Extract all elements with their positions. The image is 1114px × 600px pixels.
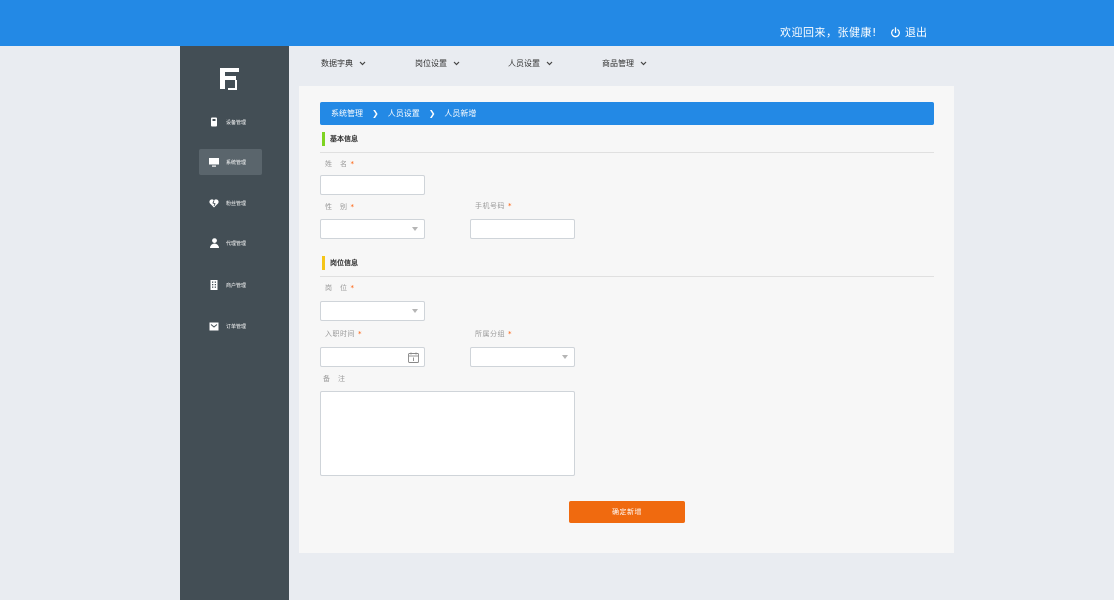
- section-accent-bar: [322, 132, 325, 146]
- section-title-position: 岗位信息: [322, 256, 358, 270]
- sidebar-item-label: 商户管理: [226, 282, 247, 289]
- monitor-icon: [209, 157, 219, 167]
- power-icon: [890, 26, 901, 38]
- calendar-icon[interactable]: [408, 352, 419, 363]
- order-icon: [209, 321, 219, 331]
- tab-staff-settings[interactable]: 人员设置: [508, 58, 553, 69]
- sidebar: 设备管理 系统管理 粉丝管理 代理管理 商户管理 订单管理: [180, 46, 289, 600]
- chevron-down-icon: [640, 61, 647, 66]
- hire-date-input[interactable]: [320, 347, 425, 367]
- breadcrumb-item-add: 人员新增: [444, 109, 477, 118]
- chevron-down-icon: [359, 61, 366, 66]
- name-label: 姓 名 *: [325, 160, 355, 168]
- section-title-basic: 基本信息: [322, 132, 358, 146]
- device-icon: [209, 117, 219, 127]
- tab-product-management[interactable]: 商品管理: [602, 58, 647, 69]
- gender-select[interactable]: [320, 219, 425, 239]
- sidebar-item-label: 代理管理: [226, 240, 247, 247]
- top-bar: [0, 0, 1114, 46]
- required-mark: *: [508, 330, 512, 338]
- group-select[interactable]: [470, 347, 575, 367]
- post-label: 岗 位 *: [325, 284, 355, 292]
- tab-label: 商品管理: [602, 59, 634, 68]
- required-mark: *: [358, 330, 362, 338]
- tab-label: 岗位设置: [415, 59, 447, 68]
- sidebar-item-label: 系统管理: [226, 159, 247, 166]
- breadcrumb-separator: ❯: [372, 109, 379, 118]
- dropdown-arrow-icon: [412, 309, 418, 313]
- sidebar-item-order[interactable]: 订单管理: [199, 313, 262, 339]
- hire-date-label: 入职时间 *: [325, 330, 362, 338]
- group-label: 所属分组 *: [475, 330, 512, 338]
- sidebar-item-label: 粉丝管理: [226, 200, 247, 207]
- section-divider: [320, 152, 934, 153]
- sidebar-item-agent[interactable]: 代理管理: [199, 230, 262, 256]
- sidebar-item-fans[interactable]: 粉丝管理: [199, 190, 262, 216]
- app-logo: [217, 66, 243, 92]
- section-accent-bar: [322, 256, 325, 270]
- phone-label: 手机号码 *: [475, 202, 512, 210]
- welcome-text: 欢迎回来，张健康!: [780, 26, 877, 39]
- tab-data-dictionary[interactable]: 数据字典: [321, 58, 366, 69]
- tab-label: 人员设置: [508, 59, 540, 68]
- breadcrumb-item-system[interactable]: 系统管理: [331, 108, 363, 119]
- sidebar-item-merchant[interactable]: 商户管理: [199, 272, 262, 298]
- breadcrumb-separator: ❯: [428, 109, 436, 118]
- dropdown-arrow-icon: [562, 355, 568, 359]
- building-icon: [209, 280, 219, 290]
- required-mark: *: [350, 284, 355, 292]
- breadcrumb-item-staff[interactable]: 人员设置: [388, 108, 420, 119]
- required-mark: *: [508, 202, 512, 210]
- user-icon: [209, 238, 219, 248]
- sidebar-item-label: 订单管理: [226, 323, 247, 330]
- chevron-down-icon: [546, 61, 553, 66]
- section-title-text: 岗位信息: [330, 259, 358, 267]
- logout-label: 退出: [905, 26, 927, 39]
- chevron-down-icon: [453, 61, 460, 66]
- dropdown-arrow-icon: [412, 227, 418, 231]
- remark-textarea[interactable]: [320, 391, 575, 476]
- section-title-text: 基本信息: [330, 135, 358, 143]
- required-mark: *: [350, 160, 355, 168]
- heart-broken-icon: [209, 198, 219, 208]
- sidebar-item-label: 设备管理: [226, 119, 247, 126]
- breadcrumb: 系统管理 ❯ 人员设置 ❯ 人员新增: [320, 102, 934, 125]
- sidebar-item-device[interactable]: 设备管理: [199, 109, 262, 135]
- phone-input[interactable]: [470, 219, 575, 239]
- logout-button[interactable]: 退出: [890, 24, 927, 40]
- section-divider: [320, 276, 934, 277]
- post-select[interactable]: [320, 301, 425, 321]
- required-mark: *: [350, 203, 355, 211]
- name-input[interactable]: [320, 175, 425, 195]
- sidebar-item-system[interactable]: 系统管理: [199, 149, 262, 175]
- submit-button[interactable]: 确定新增: [569, 501, 685, 523]
- gender-label: 性 别 *: [325, 203, 355, 211]
- remark-label: 备 注: [323, 375, 346, 383]
- tab-post-settings[interactable]: 岗位设置: [415, 58, 460, 69]
- tab-label: 数据字典: [321, 59, 353, 68]
